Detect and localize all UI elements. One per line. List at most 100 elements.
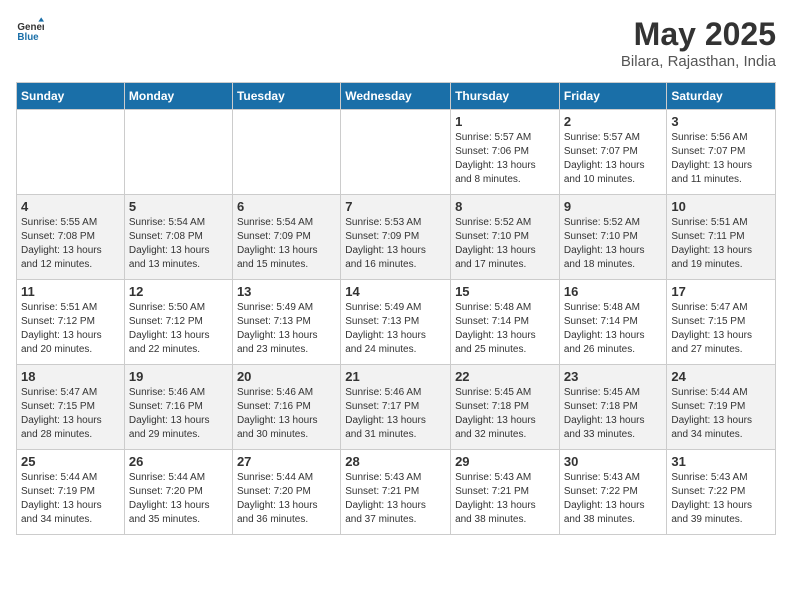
day-info: Sunrise: 5:52 AM Sunset: 7:10 PM Dayligh… bbox=[564, 216, 663, 272]
location-subtitle: Bilara, Rajasthan, India bbox=[621, 53, 776, 70]
day-info: Sunrise: 5:50 AM Sunset: 7:12 PM Dayligh… bbox=[129, 301, 228, 357]
day-info: Sunrise: 5:44 AM Sunset: 7:20 PM Dayligh… bbox=[237, 471, 336, 527]
day-number: 27 bbox=[237, 454, 336, 469]
calendar-cell: 19 Sunrise: 5:46 AM Sunset: 7:16 PM Dayli… bbox=[124, 365, 232, 450]
day-number: 2 bbox=[564, 114, 663, 129]
day-info: Sunrise: 5:46 AM Sunset: 7:16 PM Dayligh… bbox=[237, 386, 336, 442]
day-info: Sunrise: 5:51 AM Sunset: 7:12 PM Dayligh… bbox=[21, 301, 120, 357]
calendar-table: SundayMondayTuesdayWednesdayThursdayFrid… bbox=[16, 82, 776, 535]
day-number: 24 bbox=[671, 369, 771, 384]
calendar-cell: 25Sunrise: 5:44 AM Sunset: 7:19 PM Dayli… bbox=[17, 450, 125, 535]
calendar-cell: 28Sunrise: 5:43 AM Sunset: 7:21 PM Dayli… bbox=[341, 450, 451, 535]
calendar-cell: 15 Sunrise: 5:48 AM Sunset: 7:14 PM Dayli… bbox=[451, 280, 560, 365]
day-info: Sunrise: 5:56 AM Sunset: 7:07 PM Dayligh… bbox=[671, 131, 771, 187]
calendar-cell: 13 Sunrise: 5:49 AM Sunset: 7:13 PM Dayli… bbox=[232, 280, 340, 365]
title-area: May 2025 Bilara, Rajasthan, India bbox=[621, 16, 776, 70]
calendar-cell bbox=[17, 110, 125, 195]
day-number: 10 bbox=[671, 199, 771, 214]
day-number: 18 bbox=[21, 369, 120, 384]
calendar-cell: 6Sunrise: 5:54 AM Sunset: 7:09 PM Daylig… bbox=[232, 195, 340, 280]
day-info: Sunrise: 5:48 AM Sunset: 7:14 PM Dayligh… bbox=[455, 301, 555, 357]
day-number: 16 bbox=[564, 284, 663, 299]
day-info: Sunrise: 5:43 AM Sunset: 7:22 PM Dayligh… bbox=[564, 471, 663, 527]
calendar-cell: 31 Sunrise: 5:43 AM Sunset: 7:22 PM Dayli… bbox=[667, 450, 776, 535]
calendar-cell: 27 Sunrise: 5:44 AM Sunset: 7:20 PM Dayli… bbox=[232, 450, 340, 535]
day-info: Sunrise: 5:55 AM Sunset: 7:08 PM Dayligh… bbox=[21, 216, 120, 272]
day-number: 8 bbox=[455, 199, 555, 214]
header-day-sunday: Sunday bbox=[17, 83, 125, 110]
calendar-cell: 4 Sunrise: 5:55 AM Sunset: 7:08 PM Daylig… bbox=[17, 195, 125, 280]
header-row: SundayMondayTuesdayWednesdayThursdayFrid… bbox=[17, 83, 776, 110]
calendar-cell bbox=[341, 110, 451, 195]
calendar-cell: 5 Sunrise: 5:54 AM Sunset: 7:08 PM Daylig… bbox=[124, 195, 232, 280]
calendar-cell: 10 Sunrise: 5:51 AM Sunset: 7:11 PM Dayli… bbox=[667, 195, 776, 280]
day-info: Sunrise: 5:45 AM Sunset: 7:18 PM Dayligh… bbox=[564, 386, 663, 442]
day-number: 5 bbox=[129, 199, 228, 214]
day-info: Sunrise: 5:49 AM Sunset: 7:13 PM Dayligh… bbox=[345, 301, 446, 357]
day-info: Sunrise: 5:46 AM Sunset: 7:17 PM Dayligh… bbox=[345, 386, 446, 442]
calendar-week-1: 1 Sunrise: 5:57 AM Sunset: 7:06 PM Daylig… bbox=[17, 110, 776, 195]
calendar-cell: 2 Sunrise: 5:57 AM Sunset: 7:07 PM Daylig… bbox=[559, 110, 667, 195]
day-info: Sunrise: 5:57 AM Sunset: 7:07 PM Dayligh… bbox=[564, 131, 663, 187]
calendar-cell: 16 Sunrise: 5:48 AM Sunset: 7:14 PM Dayli… bbox=[559, 280, 667, 365]
calendar-cell: 8 Sunrise: 5:52 AM Sunset: 7:10 PM Daylig… bbox=[451, 195, 560, 280]
day-number: 28 bbox=[345, 454, 446, 469]
calendar-cell: 17Sunrise: 5:47 AM Sunset: 7:15 PM Dayli… bbox=[667, 280, 776, 365]
calendar-week-2: 4 Sunrise: 5:55 AM Sunset: 7:08 PM Daylig… bbox=[17, 195, 776, 280]
day-info: Sunrise: 5:51 AM Sunset: 7:11 PM Dayligh… bbox=[671, 216, 771, 272]
day-number: 15 bbox=[455, 284, 555, 299]
day-number: 9 bbox=[564, 199, 663, 214]
calendar-week-5: 25Sunrise: 5:44 AM Sunset: 7:19 PM Dayli… bbox=[17, 450, 776, 535]
day-number: 13 bbox=[237, 284, 336, 299]
calendar-cell: 7Sunrise: 5:53 AM Sunset: 7:09 PM Daylig… bbox=[341, 195, 451, 280]
day-info: Sunrise: 5:44 AM Sunset: 7:20 PM Dayligh… bbox=[129, 471, 228, 527]
day-info: Sunrise: 5:52 AM Sunset: 7:10 PM Dayligh… bbox=[455, 216, 555, 272]
day-info: Sunrise: 5:45 AM Sunset: 7:18 PM Dayligh… bbox=[455, 386, 555, 442]
day-info: Sunrise: 5:57 AM Sunset: 7:06 PM Dayligh… bbox=[455, 131, 555, 187]
calendar-week-4: 18 Sunrise: 5:47 AM Sunset: 7:15 PM Dayli… bbox=[17, 365, 776, 450]
header-day-tuesday: Tuesday bbox=[232, 83, 340, 110]
day-number: 4 bbox=[21, 199, 120, 214]
calendar-cell: 1 Sunrise: 5:57 AM Sunset: 7:06 PM Daylig… bbox=[451, 110, 560, 195]
day-number: 23 bbox=[564, 369, 663, 384]
day-info: Sunrise: 5:44 AM Sunset: 7:19 PM Dayligh… bbox=[671, 386, 771, 442]
calendar-cell: 18 Sunrise: 5:47 AM Sunset: 7:15 PM Dayli… bbox=[17, 365, 125, 450]
calendar-cell: 29 Sunrise: 5:43 AM Sunset: 7:21 PM Dayli… bbox=[451, 450, 560, 535]
day-number: 11 bbox=[21, 284, 120, 299]
calendar-cell: 3Sunrise: 5:56 AM Sunset: 7:07 PM Daylig… bbox=[667, 110, 776, 195]
day-info: Sunrise: 5:46 AM Sunset: 7:16 PM Dayligh… bbox=[129, 386, 228, 442]
day-info: Sunrise: 5:48 AM Sunset: 7:14 PM Dayligh… bbox=[564, 301, 663, 357]
day-number: 1 bbox=[455, 114, 555, 129]
day-number: 21 bbox=[345, 369, 446, 384]
calendar-cell: 20 Sunrise: 5:46 AM Sunset: 7:16 PM Dayli… bbox=[232, 365, 340, 450]
calendar-cell: 9 Sunrise: 5:52 AM Sunset: 7:10 PM Daylig… bbox=[559, 195, 667, 280]
calendar-week-3: 11 Sunrise: 5:51 AM Sunset: 7:12 PM Dayli… bbox=[17, 280, 776, 365]
day-number: 26 bbox=[129, 454, 228, 469]
day-number: 12 bbox=[129, 284, 228, 299]
day-info: Sunrise: 5:43 AM Sunset: 7:21 PM Dayligh… bbox=[455, 471, 555, 527]
calendar-cell: 24 Sunrise: 5:44 AM Sunset: 7:19 PM Dayli… bbox=[667, 365, 776, 450]
month-title: May 2025 bbox=[621, 16, 776, 53]
day-info: Sunrise: 5:54 AM Sunset: 7:08 PM Dayligh… bbox=[129, 216, 228, 272]
day-number: 29 bbox=[455, 454, 555, 469]
day-number: 20 bbox=[237, 369, 336, 384]
header: General Blue May 2025 Bilara, Rajasthan,… bbox=[16, 16, 776, 70]
day-info: Sunrise: 5:47 AM Sunset: 7:15 PM Dayligh… bbox=[21, 386, 120, 442]
svg-text:Blue: Blue bbox=[17, 32, 39, 43]
day-info: Sunrise: 5:54 AM Sunset: 7:09 PM Dayligh… bbox=[237, 216, 336, 272]
calendar-cell bbox=[124, 110, 232, 195]
day-info: Sunrise: 5:53 AM Sunset: 7:09 PM Dayligh… bbox=[345, 216, 446, 272]
day-number: 30 bbox=[564, 454, 663, 469]
day-number: 22 bbox=[455, 369, 555, 384]
calendar-cell: 23 Sunrise: 5:45 AM Sunset: 7:18 PM Dayli… bbox=[559, 365, 667, 450]
day-number: 14 bbox=[345, 284, 446, 299]
calendar-cell: 30 Sunrise: 5:43 AM Sunset: 7:22 PM Dayli… bbox=[559, 450, 667, 535]
header-day-wednesday: Wednesday bbox=[341, 83, 451, 110]
day-number: 19 bbox=[129, 369, 228, 384]
header-day-thursday: Thursday bbox=[451, 83, 560, 110]
calendar-cell: 12 Sunrise: 5:50 AM Sunset: 7:12 PM Dayli… bbox=[124, 280, 232, 365]
header-day-saturday: Saturday bbox=[667, 83, 776, 110]
day-info: Sunrise: 5:43 AM Sunset: 7:22 PM Dayligh… bbox=[671, 471, 771, 527]
day-number: 31 bbox=[671, 454, 771, 469]
day-info: Sunrise: 5:49 AM Sunset: 7:13 PM Dayligh… bbox=[237, 301, 336, 357]
